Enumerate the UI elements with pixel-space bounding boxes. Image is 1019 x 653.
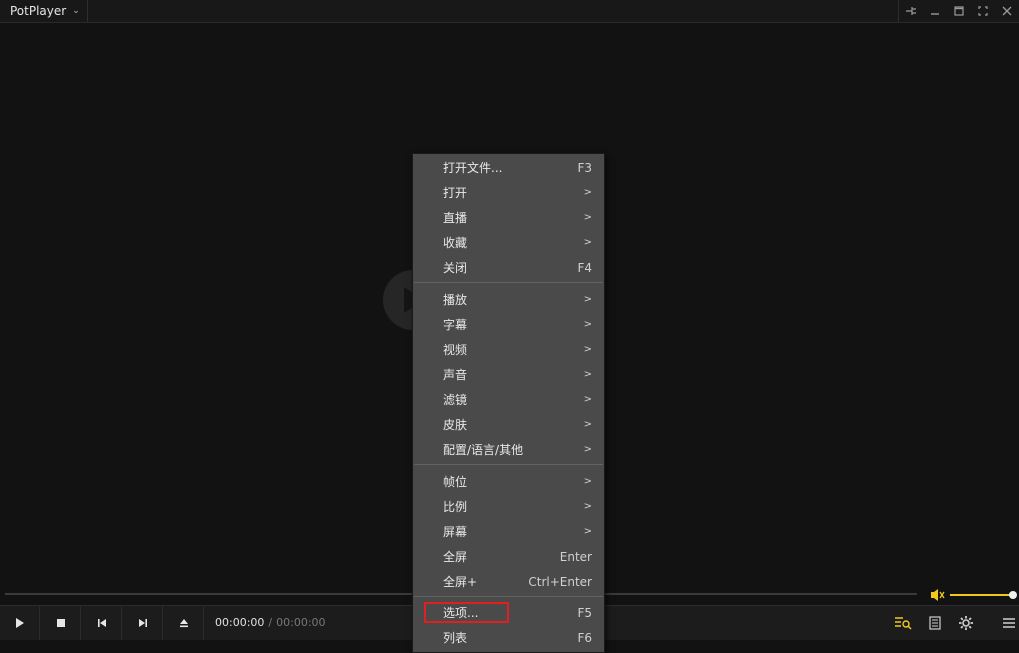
menu-item-open[interactable]: 打开 > [413, 180, 604, 205]
menu-item-shortcut: F4 [577, 260, 592, 275]
title-bar: PotPlayer ⌄ [0, 0, 1019, 23]
menu-item-shortcut: Enter [559, 549, 592, 564]
minimize-icon[interactable] [923, 0, 947, 22]
highlight-box [424, 602, 509, 623]
time-separator: / [268, 616, 273, 629]
menu-item-video[interactable]: 视频 > [413, 337, 604, 362]
next-button[interactable] [123, 606, 163, 640]
volume-slider[interactable] [950, 594, 1012, 596]
menu-item-shortcut: F6 [577, 630, 592, 645]
submenu-arrow-icon: > [583, 369, 592, 380]
submenu-arrow-icon: > [583, 476, 592, 487]
menu-item-label: 全屏 [443, 550, 468, 564]
submenu-arrow-icon: > [583, 212, 592, 223]
main-menu-icon[interactable] [994, 606, 1019, 640]
menu-item-audio[interactable]: 声音 > [413, 362, 604, 387]
menu-item-fullscreen-plus[interactable]: 全屏+ Ctrl+Enter [413, 569, 604, 594]
chevron-down-icon: ⌄ [72, 6, 80, 16]
submenu-arrow-icon: > [583, 501, 592, 512]
menu-item-label: 皮肤 [443, 418, 468, 432]
playlist-search-icon[interactable] [888, 606, 918, 640]
menu-item-label: 字幕 [443, 318, 468, 332]
volume-icon[interactable] [929, 587, 947, 603]
menu-separator [414, 464, 603, 465]
menu-item-label: 声音 [443, 368, 468, 382]
submenu-arrow-icon: > [583, 394, 592, 405]
menu-item-label: 帧位 [443, 475, 468, 489]
menu-item-screen[interactable]: 屏幕 > [413, 519, 604, 544]
submenu-arrow-icon: > [583, 344, 592, 355]
eject-button[interactable] [164, 606, 204, 640]
pin-icon[interactable] [899, 0, 923, 22]
time-display: 00:00:00/00:00:00 [215, 616, 326, 629]
submenu-arrow-icon: > [583, 237, 592, 248]
menu-item-label: 配置/语言/其他 [443, 443, 524, 457]
menu-item-close[interactable]: 关闭 F4 [413, 255, 604, 280]
stop-button[interactable] [41, 606, 81, 640]
menu-item-favorites[interactable]: 收藏 > [413, 230, 604, 255]
menu-separator [414, 282, 603, 283]
menu-item-frame[interactable]: 帧位 > [413, 469, 604, 494]
volume-slider-handle[interactable] [1009, 591, 1017, 599]
menu-item-shortcut: F3 [577, 160, 592, 175]
close-icon[interactable] [995, 0, 1019, 22]
menu-item-fullscreen[interactable]: 全屏 Enter [413, 544, 604, 569]
menu-item-label: 打开 [443, 186, 468, 200]
fullscreen-icon[interactable] [971, 0, 995, 22]
menu-item-config-language[interactable]: 配置/语言/其他 > [413, 437, 604, 462]
submenu-arrow-icon: > [583, 294, 592, 305]
previous-button[interactable] [82, 606, 122, 640]
menu-item-label: 播放 [443, 293, 468, 307]
submenu-arrow-icon: > [583, 419, 592, 430]
menu-item-aspect-ratio[interactable]: 比例 > [413, 494, 604, 519]
settings-gear-icon[interactable] [951, 606, 981, 640]
menu-item-skins[interactable]: 皮肤 > [413, 412, 604, 437]
menu-item-live[interactable]: 直播 > [413, 205, 604, 230]
menu-item-filters[interactable]: 滤镜 > [413, 387, 604, 412]
menu-separator [414, 596, 603, 597]
window-controls [898, 0, 1019, 22]
play-button[interactable] [0, 606, 40, 640]
menu-item-shortcut: Ctrl+Enter [528, 574, 592, 589]
menu-item-playback[interactable]: 播放 > [413, 287, 604, 312]
submenu-arrow-icon: > [583, 187, 592, 198]
menu-item-open-file[interactable]: 打开文件... F3 [413, 155, 604, 180]
menu-item-label: 收藏 [443, 236, 468, 250]
menu-item-label: 屏幕 [443, 525, 468, 539]
menu-item-label: 视频 [443, 343, 468, 357]
menu-item-label: 直播 [443, 211, 468, 225]
submenu-arrow-icon: > [583, 526, 592, 537]
menu-item-label: 滤镜 [443, 393, 468, 407]
maximize-icon[interactable] [947, 0, 971, 22]
menu-item-shortcut: F5 [577, 605, 592, 620]
submenu-arrow-icon: > [583, 319, 592, 330]
current-time: 00:00:00 [215, 616, 265, 629]
menu-item-label: 列表 [443, 631, 468, 645]
context-menu: 打开文件... F3 打开 > 直播 > 收藏 > 关闭 F4 播放 > 字幕 > 视频 > 声… [412, 153, 605, 653]
app-menu-button[interactable]: PotPlayer ⌄ [0, 0, 88, 22]
app-title: PotPlayer [10, 4, 67, 18]
chapter-list-icon[interactable] [920, 606, 950, 640]
total-time: 00:00:00 [276, 616, 326, 629]
menu-item-label: 关闭 [443, 261, 468, 275]
menu-item-label: 比例 [443, 500, 468, 514]
menu-item-playlist[interactable]: 列表 F6 [413, 625, 604, 650]
submenu-arrow-icon: > [583, 444, 592, 455]
menu-item-label: 打开文件... [443, 161, 503, 175]
menu-item-subtitles[interactable]: 字幕 > [413, 312, 604, 337]
menu-item-label: 全屏+ [443, 575, 478, 589]
